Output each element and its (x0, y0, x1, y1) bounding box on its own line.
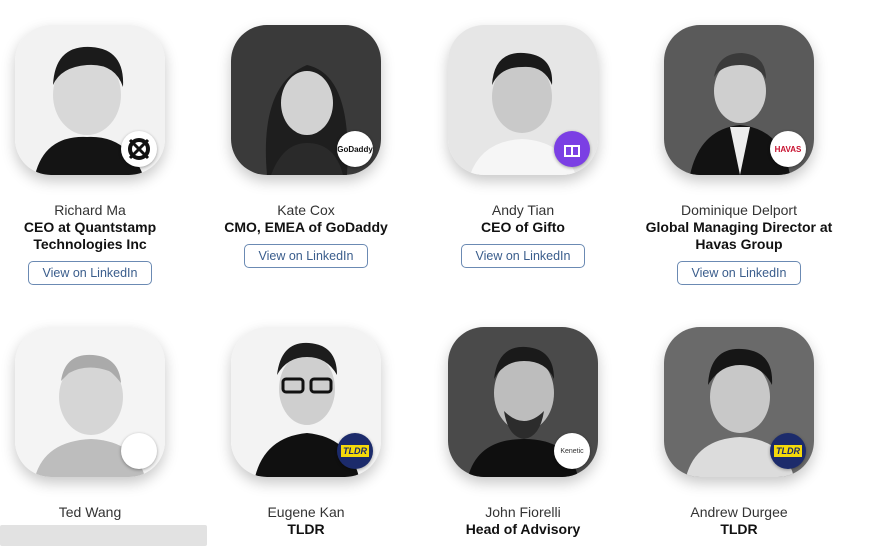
speaker-photo: GoDaddy (231, 25, 381, 175)
horizontal-scrollbar[interactable] (0, 525, 207, 546)
gifto-logo-icon (554, 131, 590, 167)
speaker-card: GoDaddy Kate Cox CMO, EMEA of GoDaddy Vi… (206, 25, 406, 268)
speaker-name: Eugene Kan (267, 504, 345, 520)
tldr-logo-icon: TLDR (337, 433, 373, 469)
speaker-card: HAVAS Dominique Delport Global Managing … (639, 25, 839, 285)
view-linkedin-button[interactable]: View on LinkedIn (460, 244, 586, 268)
speaker-photo: TLDR (664, 327, 814, 477)
speaker-name: Andrew Durgee (690, 504, 788, 520)
godaddy-logo-icon: GoDaddy (337, 131, 373, 167)
speaker-title: Global Managing Director at Havas Group (645, 219, 833, 252)
speaker-name: Richard Ma (54, 202, 126, 218)
tldr-logo-icon: TLDR (770, 433, 806, 469)
speaker-card: Ted Wang (0, 327, 190, 521)
company-logo-icon (121, 433, 157, 469)
speaker-photo (448, 25, 598, 175)
speaker-photo (15, 25, 165, 175)
speaker-photo (15, 327, 165, 477)
speaker-title: Head of Advisory (465, 521, 581, 537)
speaker-card: Andy Tian CEO of Gifto View on LinkedIn (423, 25, 623, 268)
view-linkedin-button[interactable]: View on LinkedIn (243, 244, 369, 268)
speaker-name: Ted Wang (58, 504, 122, 520)
speaker-title: CEO at Quantstamp Technologies Inc (23, 219, 157, 252)
speaker-photo: Kenetic (448, 327, 598, 477)
speaker-name: John Fiorelli (485, 504, 561, 520)
speaker-name: Andy Tian (491, 202, 555, 218)
speaker-title: TLDR (287, 521, 325, 537)
speaker-name: Dominique Delport (681, 202, 797, 218)
havas-logo-icon: HAVAS (770, 131, 806, 167)
kenetic-logo-icon: Kenetic (554, 433, 590, 469)
speaker-title: TLDR (720, 521, 758, 537)
speaker-title: CMO, EMEA of GoDaddy (224, 219, 388, 235)
quantstamp-logo-icon (121, 131, 157, 167)
speaker-card: Kenetic John Fiorelli Head of Advisory (423, 327, 623, 538)
speaker-card: TLDR Eugene Kan TLDR (206, 327, 406, 538)
speaker-photo: TLDR (231, 327, 381, 477)
speaker-title: CEO of Gifto (481, 219, 565, 235)
view-linkedin-button[interactable]: View on LinkedIn (676, 261, 802, 285)
speaker-card: Richard Ma CEO at Quantstamp Technologie… (0, 25, 190, 285)
speaker-name: Kate Cox (277, 202, 335, 218)
speaker-photo: HAVAS (664, 25, 814, 175)
view-linkedin-button[interactable]: View on LinkedIn (27, 261, 153, 285)
speaker-card: TLDR Andrew Durgee TLDR (639, 327, 839, 538)
